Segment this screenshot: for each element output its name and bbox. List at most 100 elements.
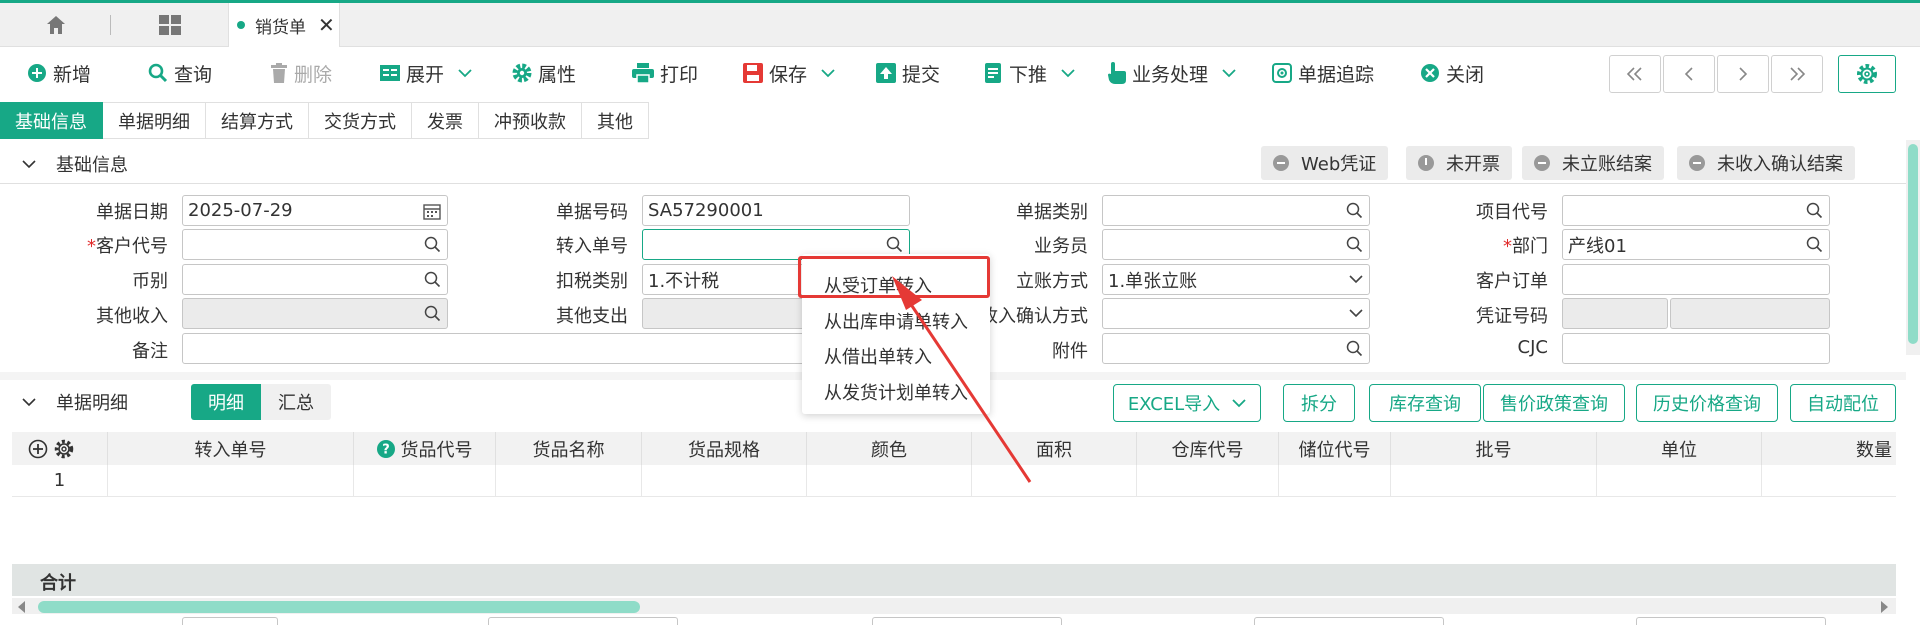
calendar-icon[interactable] [423, 202, 441, 220]
project-field[interactable] [1562, 195, 1830, 226]
revenue-select[interactable] [1102, 298, 1370, 329]
scrollbar-thumb[interactable] [38, 601, 640, 613]
col-transfer-no[interactable]: 转入单号 [108, 432, 354, 465]
excel-import-button[interactable]: EXCEL导入 [1113, 384, 1261, 422]
docno-field[interactable]: SA57290001 [642, 195, 910, 226]
help-icon[interactable]: ? [376, 439, 395, 458]
search-icon[interactable] [1806, 236, 1823, 253]
minus-icon [1273, 155, 1289, 171]
grid-apps-icon[interactable] [152, 3, 188, 47]
search-icon[interactable] [1806, 202, 1823, 219]
tab-delivery[interactable]: 交货方式 [309, 102, 412, 139]
split-button[interactable]: 拆分 [1283, 384, 1355, 422]
cell-warehouse[interactable] [1137, 465, 1279, 497]
summary-toggle[interactable]: 汇总 [261, 384, 331, 420]
print-button[interactable]: 打印 [632, 47, 698, 99]
date-field[interactable]: 2025-07-29 [182, 195, 448, 226]
horizontal-scrollbar[interactable] [12, 598, 1896, 614]
price-policy-query-button[interactable]: 售价政策查询 [1483, 384, 1625, 422]
tab-invoice[interactable]: 发票 [412, 102, 479, 139]
expand-button[interactable]: 展开 [380, 47, 472, 99]
submit-button[interactable]: 提交 [876, 47, 940, 99]
previous-record-button[interactable] [1663, 55, 1715, 93]
search-icon[interactable] [1346, 202, 1363, 219]
otherin-field[interactable] [182, 298, 448, 329]
close-tab-icon[interactable]: ✕ [318, 13, 335, 37]
tab-prepayment-offset[interactable]: 冲预收款 [479, 102, 582, 139]
cell-unit[interactable] [1597, 465, 1762, 497]
cell-transfer-no[interactable] [108, 465, 354, 497]
gear-icon[interactable] [54, 439, 74, 459]
home-icon[interactable] [38, 3, 74, 47]
tab-document-details[interactable]: 单据明细 [103, 102, 206, 139]
scroll-left-icon[interactable] [18, 601, 26, 613]
chevron-down-icon[interactable] [1349, 308, 1363, 318]
vertical-scrollbar[interactable] [1906, 140, 1920, 355]
add-button[interactable]: 新增 [27, 47, 91, 99]
remark-field[interactable] [182, 333, 910, 364]
search-icon[interactable] [886, 236, 903, 253]
properties-button[interactable]: 属性 [512, 47, 576, 99]
search-icon[interactable] [424, 236, 441, 253]
detail-toggle[interactable]: 明细 [191, 384, 261, 420]
footer-field[interactable] [182, 617, 278, 625]
business-process-button[interactable]: 业务处理 [1108, 47, 1236, 99]
tab-other[interactable]: 其他 [582, 102, 649, 139]
cell-item-name[interactable] [496, 465, 642, 497]
next-record-button[interactable] [1717, 55, 1769, 93]
cell-item-spec[interactable] [642, 465, 807, 497]
account-select[interactable]: 1.单张立账 [1102, 264, 1370, 295]
search-icon[interactable] [424, 305, 441, 322]
tab-sales-order[interactable]: 销货单 ✕ [228, 3, 340, 47]
cell-item-code[interactable] [354, 465, 496, 497]
footer-field[interactable] [488, 617, 678, 625]
delete-button[interactable]: 删除 [270, 47, 332, 99]
cell-quantity[interactable] [1762, 465, 1896, 497]
doctype-field[interactable] [1102, 195, 1370, 226]
voucher-field-1[interactable] [1562, 298, 1668, 329]
col-unit[interactable]: 单位 [1597, 432, 1762, 465]
col-warehouse[interactable]: 仓库代号 [1137, 432, 1279, 465]
customer-field[interactable] [182, 229, 448, 260]
auto-allocate-button[interactable]: 自动配位 [1790, 384, 1896, 422]
cell-location[interactable] [1279, 465, 1391, 497]
chevron-down-icon[interactable] [22, 159, 36, 169]
col-item-name[interactable]: 货品名称 [496, 432, 642, 465]
scrollbar-thumb[interactable] [1908, 144, 1918, 344]
footer-field[interactable] [1636, 617, 1826, 625]
voucher-field-2[interactable] [1670, 298, 1830, 329]
salesman-field[interactable] [1102, 229, 1370, 260]
add-row-icon[interactable] [28, 439, 48, 459]
col-item-code[interactable]: ? 货品代号 [354, 432, 496, 465]
first-record-button[interactable] [1609, 55, 1661, 93]
search-icon[interactable] [1346, 236, 1363, 253]
dept-field[interactable]: 产线01 [1562, 229, 1830, 260]
col-batch[interactable]: 批号 [1391, 432, 1597, 465]
col-quantity[interactable]: 数量 [1762, 432, 1896, 465]
close-button[interactable]: 关闭 [1420, 47, 1484, 99]
col-item-spec[interactable]: 货品规格 [642, 432, 807, 465]
search-icon[interactable] [1346, 340, 1363, 357]
tab-basic-info[interactable]: 基础信息 [0, 102, 103, 139]
inventory-query-button[interactable]: 库存查询 [1369, 384, 1481, 422]
push-down-button[interactable]: 下推 [983, 47, 1075, 99]
footer-field[interactable] [1254, 617, 1444, 625]
attach-field[interactable] [1102, 333, 1370, 364]
scroll-right-icon[interactable] [1880, 601, 1888, 613]
chevron-down-icon[interactable] [1349, 274, 1363, 284]
footer-field[interactable] [872, 617, 1062, 625]
cell-batch[interactable] [1391, 465, 1597, 497]
cjc-field[interactable] [1562, 333, 1830, 364]
custorder-field[interactable] [1562, 264, 1830, 295]
tab-settlement[interactable]: 结算方式 [206, 102, 309, 139]
price-history-query-button[interactable]: 历史价格查询 [1636, 384, 1778, 422]
last-record-button[interactable] [1771, 55, 1823, 93]
save-button[interactable]: 保存 [743, 47, 835, 99]
document-tracking-button[interactable]: 单据追踪 [1272, 47, 1374, 99]
currency-field[interactable] [182, 264, 448, 295]
settings-button[interactable] [1838, 55, 1896, 93]
query-button[interactable]: 查询 [148, 47, 212, 99]
search-icon[interactable] [424, 271, 441, 288]
col-location[interactable]: 储位代号 [1279, 432, 1391, 465]
chevron-down-icon[interactable] [22, 397, 36, 407]
